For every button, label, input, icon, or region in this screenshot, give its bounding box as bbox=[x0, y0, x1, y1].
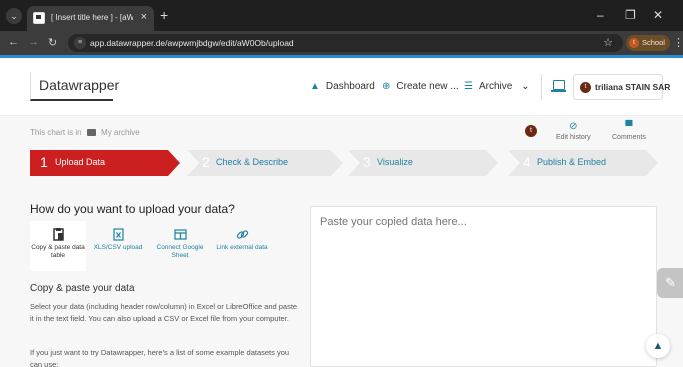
step-label: Visualize bbox=[377, 157, 413, 167]
favicon-icon bbox=[33, 12, 45, 24]
method-copy-paste[interactable]: Copy & paste data table bbox=[30, 221, 86, 271]
step-check-describe[interactable]: 2 Check & Describe bbox=[187, 150, 343, 176]
step-label: Check & Describe bbox=[216, 157, 289, 167]
browser-tab[interactable]: [ Insert title here ] - [aW0Ob] - · × bbox=[27, 6, 154, 31]
close-tab-icon[interactable]: × bbox=[141, 11, 147, 23]
history-icon: ⊘ bbox=[569, 121, 578, 132]
site-info-icon[interactable]: ≡ bbox=[74, 37, 86, 49]
new-tab-button[interactable]: + bbox=[160, 7, 168, 23]
forward-icon[interactable]: → bbox=[28, 36, 39, 48]
method-label: Link external data bbox=[216, 244, 268, 251]
nav-create-new[interactable]: ⊕ Create new ... bbox=[382, 81, 459, 92]
nav-archive-label: Archive bbox=[478, 81, 513, 92]
edit-icon: ✎ bbox=[665, 275, 676, 290]
step-visualize[interactable]: 3 Visualize bbox=[348, 150, 498, 176]
user-avatar: t bbox=[580, 82, 591, 93]
edit-history-button[interactable]: ⊘ Edit history bbox=[556, 121, 591, 141]
step-number: 2 bbox=[202, 154, 210, 170]
graduation-cap-icon[interactable]: ▲ bbox=[646, 334, 670, 358]
logo-text: Datawrapper bbox=[39, 77, 120, 93]
laptop-icon[interactable] bbox=[551, 80, 566, 92]
nav-dashboard[interactable]: ▲ Dashboard bbox=[310, 81, 375, 92]
maximize-button[interactable]: ❐ bbox=[625, 8, 636, 22]
profile-avatar: t bbox=[629, 38, 639, 48]
user-menu[interactable]: t triliana STAIN SAR bbox=[573, 74, 670, 100]
method-label: Copy & paste data table bbox=[31, 244, 85, 259]
edit-history-label: Edit history bbox=[556, 134, 591, 141]
link-icon bbox=[236, 228, 249, 241]
url-text[interactable]: app.datawrapper.de/awpwmjbdgw/edit/aW0Ob… bbox=[90, 38, 294, 48]
method-label: XLS/CSV upload bbox=[93, 244, 143, 251]
comment-icon: ▀ bbox=[625, 121, 633, 132]
step-publish-embed[interactable]: 4 Publish & Embed bbox=[508, 150, 658, 176]
paste-data-textarea[interactable] bbox=[310, 206, 657, 367]
folder-icon bbox=[86, 129, 96, 136]
xls-file-icon bbox=[112, 228, 125, 241]
archive-prefix: This chart is in bbox=[30, 128, 82, 137]
side-feedback-widget[interactable]: ✎ bbox=[657, 268, 683, 298]
nav-divider bbox=[541, 74, 542, 100]
nav-archive[interactable]: ☰ Archive ⌄ bbox=[464, 81, 530, 92]
dashboard-icon: ▲ bbox=[310, 81, 320, 92]
owner-avatar: t bbox=[525, 125, 537, 137]
chevron-down-icon: ⌄ bbox=[521, 81, 530, 92]
browser-menu-icon[interactable]: ⋮ bbox=[673, 36, 683, 49]
close-window-button[interactable]: ✕ bbox=[653, 8, 663, 22]
profile-button[interactable]: t School bbox=[626, 35, 670, 51]
reload-icon[interactable]: ↻ bbox=[48, 36, 57, 49]
tab-search-icon[interactable]: ⌄ bbox=[6, 8, 22, 24]
comments-button[interactable]: ▀ Comments bbox=[612, 121, 646, 141]
minimize-button[interactable]: – bbox=[597, 8, 604, 22]
tab-title: [ Insert title here ] - [aW0Ob] - · bbox=[51, 13, 133, 22]
step-number: 1 bbox=[40, 154, 48, 170]
plus-circle-icon: ⊕ bbox=[382, 81, 391, 92]
step-number: 4 bbox=[523, 154, 531, 170]
step-label: Upload Data bbox=[55, 157, 106, 167]
method-label: Connect Google Sheet bbox=[156, 244, 204, 259]
browser-tab-bar: ⌄ [ Insert title here ] - [aW0Ob] - · × … bbox=[0, 0, 683, 31]
instructions-paragraph: Select your data (including header row/c… bbox=[30, 302, 298, 323]
datawrapper-logo[interactable]: Datawrapper bbox=[30, 72, 119, 101]
step-label: Publish & Embed bbox=[537, 157, 607, 167]
method-link-external[interactable]: Link external data bbox=[214, 221, 270, 271]
step-number: 3 bbox=[363, 154, 371, 170]
back-icon[interactable]: ← bbox=[8, 36, 19, 48]
table-icon bbox=[173, 228, 187, 241]
profile-label: School bbox=[642, 38, 665, 47]
upload-heading: How do you want to upload your data? bbox=[30, 202, 235, 216]
nav-create-label: Create new ... bbox=[396, 81, 459, 92]
nav-dashboard-label: Dashboard bbox=[325, 81, 375, 92]
step-navigation: 1 Upload Data 2 Check & Describe 3 Visua… bbox=[30, 150, 658, 176]
archive-folder-link[interactable]: My archive bbox=[101, 128, 140, 137]
method-xls-csv[interactable]: XLS/CSV upload bbox=[90, 221, 146, 271]
section-title: Copy & paste your data bbox=[30, 283, 135, 294]
app-header: Datawrapper ▲ Dashboard ⊕ Create new ... ☰… bbox=[0, 58, 683, 116]
step-upload-data[interactable]: 1 Upload Data bbox=[30, 150, 180, 176]
example-datasets-paragraph: If you just want to try Datawrapper, her… bbox=[30, 348, 290, 367]
omnibox[interactable]: ≡ app.datawrapper.de/awpwmjbdgw/edit/aW0… bbox=[68, 34, 623, 52]
method-google-sheet[interactable]: Connect Google Sheet bbox=[152, 221, 208, 271]
user-name: triliana STAIN SAR bbox=[595, 82, 671, 92]
bookmark-star-icon[interactable]: ☆ bbox=[603, 36, 613, 49]
clipboard-icon bbox=[52, 228, 65, 241]
address-bar: ← → ↻ ≡ app.datawrapper.de/awpwmjbdgw/ed… bbox=[0, 31, 683, 55]
archive-icon: ☰ bbox=[464, 81, 473, 92]
archive-breadcrumb: This chart is in My archive bbox=[30, 128, 140, 137]
comments-label: Comments bbox=[612, 134, 646, 141]
